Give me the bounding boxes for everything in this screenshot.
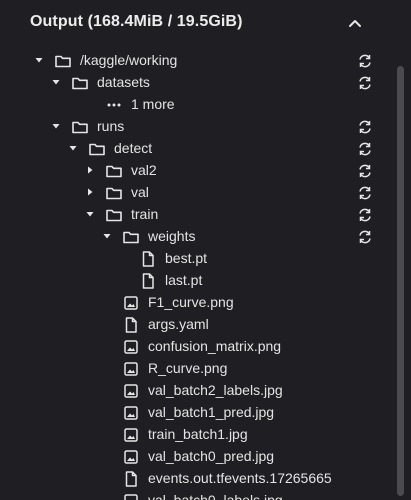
image-icon bbox=[122, 360, 140, 378]
tree-item[interactable]: runs bbox=[0, 116, 395, 138]
tree-more-item[interactable]: 1 more bbox=[0, 94, 395, 116]
caret-down-icon[interactable] bbox=[102, 231, 112, 241]
tree-item-label: 1 more bbox=[131, 96, 175, 112]
output-title: Output (168.4MiB / 19.5GiB) bbox=[30, 13, 243, 30]
file-icon bbox=[122, 470, 140, 488]
tree-item-label: last.pt bbox=[165, 272, 203, 288]
tree-item[interactable]: /kaggle/working bbox=[0, 50, 395, 72]
caret-down-icon[interactable] bbox=[51, 77, 61, 87]
tree-item[interactable]: datasets bbox=[0, 72, 395, 94]
tree-item-label: F1_curve.png bbox=[148, 294, 234, 310]
tree-item-label: confusion_matrix.png bbox=[148, 338, 282, 354]
refresh-icon[interactable] bbox=[357, 141, 373, 157]
tree-item-label: datasets bbox=[97, 74, 150, 90]
caret-right-icon[interactable] bbox=[85, 187, 95, 197]
output-panel: Output (168.4MiB / 19.5GiB) /kaggle/work… bbox=[0, 0, 411, 500]
tree-item[interactable]: weights bbox=[0, 226, 395, 248]
tree-item[interactable]: train_batch1.jpg bbox=[0, 424, 395, 446]
image-icon bbox=[122, 294, 140, 312]
caret-down-icon[interactable] bbox=[68, 143, 78, 153]
tree-item[interactable]: val_batch0_pred.jpg bbox=[0, 446, 395, 468]
caret-down-icon[interactable] bbox=[51, 121, 61, 131]
folder-icon bbox=[71, 74, 89, 92]
tree-item-label: args.yaml bbox=[148, 316, 209, 332]
tree-item[interactable]: R_curve.png bbox=[0, 358, 395, 380]
file-icon bbox=[139, 250, 157, 268]
refresh-icon[interactable] bbox=[357, 185, 373, 201]
folder-icon bbox=[105, 206, 123, 224]
tree-item[interactable]: val bbox=[0, 182, 395, 204]
tree-item-label: train_batch1.jpg bbox=[148, 426, 248, 442]
more-icon bbox=[105, 96, 123, 114]
tree-item-label: runs bbox=[97, 118, 125, 134]
tree-item-label: detect bbox=[114, 140, 153, 156]
folder-icon bbox=[88, 140, 106, 158]
refresh-icon[interactable] bbox=[357, 53, 373, 69]
caret-right-icon[interactable] bbox=[85, 165, 95, 175]
tree-item[interactable]: events.out.tfevents.17265665 bbox=[0, 468, 395, 490]
folder-icon bbox=[71, 118, 89, 136]
refresh-icon[interactable] bbox=[357, 207, 373, 223]
refresh-icon[interactable] bbox=[357, 119, 373, 135]
tree-item[interactable]: val_batch2_labels.jpg bbox=[0, 380, 395, 402]
tree-item[interactable]: detect bbox=[0, 138, 395, 160]
image-icon bbox=[122, 426, 140, 444]
tree-item[interactable]: args.yaml bbox=[0, 314, 395, 336]
image-icon bbox=[122, 492, 140, 500]
tree-item-label: val_batch2_labels.jpg bbox=[148, 382, 283, 398]
tree-item-label: /kaggle/working bbox=[80, 52, 178, 68]
caret-down-icon[interactable] bbox=[34, 55, 44, 65]
tree-item-label: best.pt bbox=[165, 250, 208, 266]
tree-item[interactable]: confusion_matrix.png bbox=[0, 336, 395, 358]
tree-item[interactable]: train bbox=[0, 204, 395, 226]
caret-down-icon[interactable] bbox=[85, 209, 95, 219]
image-icon bbox=[122, 404, 140, 422]
folder-icon bbox=[122, 228, 140, 246]
tree-item-label: val2 bbox=[131, 162, 157, 178]
image-icon bbox=[122, 448, 140, 466]
tree-item[interactable]: val_batch1_pred.jpg bbox=[0, 402, 395, 424]
tree-item-label: val_batch0_pred.jpg bbox=[148, 448, 275, 464]
file-icon bbox=[122, 316, 140, 334]
refresh-icon[interactable] bbox=[357, 75, 373, 91]
image-icon bbox=[122, 382, 140, 400]
refresh-icon[interactable] bbox=[357, 229, 373, 245]
tree-item-label: R_curve.png bbox=[148, 360, 228, 376]
tree-item-label: val_batch1_pred.jpg bbox=[148, 404, 275, 420]
tree-item[interactable]: best.pt bbox=[0, 248, 395, 270]
image-icon bbox=[122, 338, 140, 356]
tree-item[interactable]: last.pt bbox=[0, 270, 395, 292]
tree-item-label: events.out.tfevents.17265665 bbox=[148, 470, 332, 486]
tree-item-label: weights bbox=[148, 228, 196, 244]
chevron-up-icon[interactable] bbox=[345, 13, 365, 33]
scrollbar[interactable] bbox=[397, 66, 404, 496]
tree-item-label: val bbox=[131, 184, 149, 200]
tree-item[interactable]: val_batch0_labels.jpg bbox=[0, 490, 395, 500]
tree-item-label: train bbox=[131, 206, 159, 222]
tree-item-label: val_batch0_labels.jpg bbox=[148, 492, 283, 500]
folder-icon bbox=[105, 162, 123, 180]
tree-item[interactable]: val2 bbox=[0, 160, 395, 182]
refresh-icon[interactable] bbox=[357, 163, 373, 179]
folder-icon bbox=[105, 184, 123, 202]
output-header[interactable]: Output (168.4MiB / 19.5GiB) bbox=[0, 0, 411, 46]
file-icon bbox=[139, 272, 157, 290]
tree-item[interactable]: F1_curve.png bbox=[0, 292, 395, 314]
folder-icon bbox=[54, 52, 72, 70]
